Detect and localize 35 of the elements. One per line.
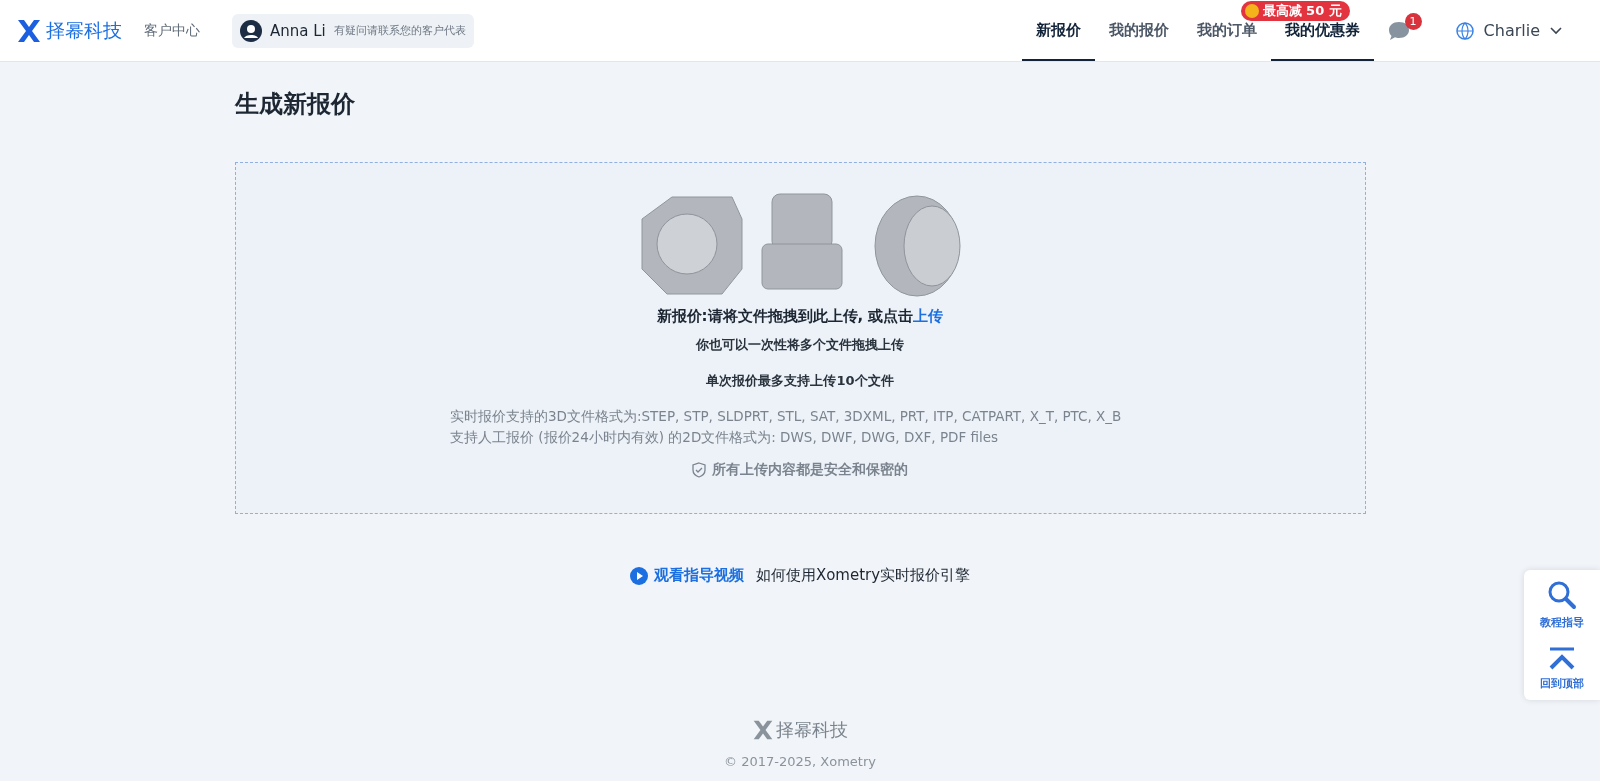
rep-name: Anna Li — [270, 21, 326, 40]
security-note: 所有上传内容都是安全和保密的 — [712, 461, 908, 479]
guide-video-link[interactable]: 观看指导视频 — [629, 566, 744, 585]
message-count: 1 — [1404, 12, 1422, 30]
messages-button[interactable] — [1387, 20, 1410, 41]
user-menu[interactable]: Charlie — [1449, 20, 1568, 41]
chevron-down-icon — [1550, 26, 1562, 35]
x-logo-icon — [752, 719, 774, 741]
copyright-text: © 2017-2025, Xometry — [724, 754, 876, 769]
side-button[interactable]: 回到顶部 — [1524, 645, 1600, 692]
search-icon — [1546, 579, 1578, 611]
x-logo-icon — [16, 17, 42, 44]
footer-brand: 择幂科技 — [776, 718, 848, 742]
guide-description: 如何使用Xometry实时报价引擎 — [755, 566, 971, 585]
customer-center-link[interactable]: 客户中心 — [144, 21, 200, 40]
upload-instruction: 新报价:请将文件拖拽到此上传, 或点击上传 — [656, 307, 944, 326]
chat-bubble-icon — [1387, 20, 1410, 41]
back-to-top-icon — [1547, 646, 1577, 672]
shield-icon — [692, 462, 706, 478]
formats-2d-text: 支持人工报价 (报价24小时内有效) 的2D文件格式为: DWS, DWF, DWG, DXF, PDF files — [450, 429, 1000, 447]
globe-icon — [1455, 21, 1474, 40]
nav-tab[interactable]: 我的订单 — [1182, 21, 1271, 61]
avatar-icon — [240, 19, 262, 42]
nav-tab[interactable]: 我的报价 — [1094, 21, 1183, 61]
multi-upload-note: 你也可以一次性将多个文件拖拽上传 — [696, 336, 904, 354]
discount-badge: 最高减 50 元 — [1240, 1, 1350, 21]
nav-tab[interactable]: 新报价 — [1021, 21, 1095, 61]
page-title: 生成新报价 — [234, 89, 356, 120]
upload-link[interactable]: 上传 — [913, 307, 944, 325]
upload-limit-note: 单次报价最多支持上传10个文件 — [706, 372, 894, 390]
play-icon — [629, 566, 648, 585]
rep-hint: 有疑问请联系您的客户代表 — [333, 23, 466, 38]
side-button[interactable]: 教程指导 — [1524, 578, 1600, 631]
formats-3d-text: 实时报价支持的3D文件格式为:STEP, STP, SLDPRT, STL, SAT, 3DXML, PRT, ITP, CATPART, X_T, PTC, X_B — [450, 408, 1123, 426]
brand-name[interactable]: 择幂科技 — [46, 17, 122, 44]
